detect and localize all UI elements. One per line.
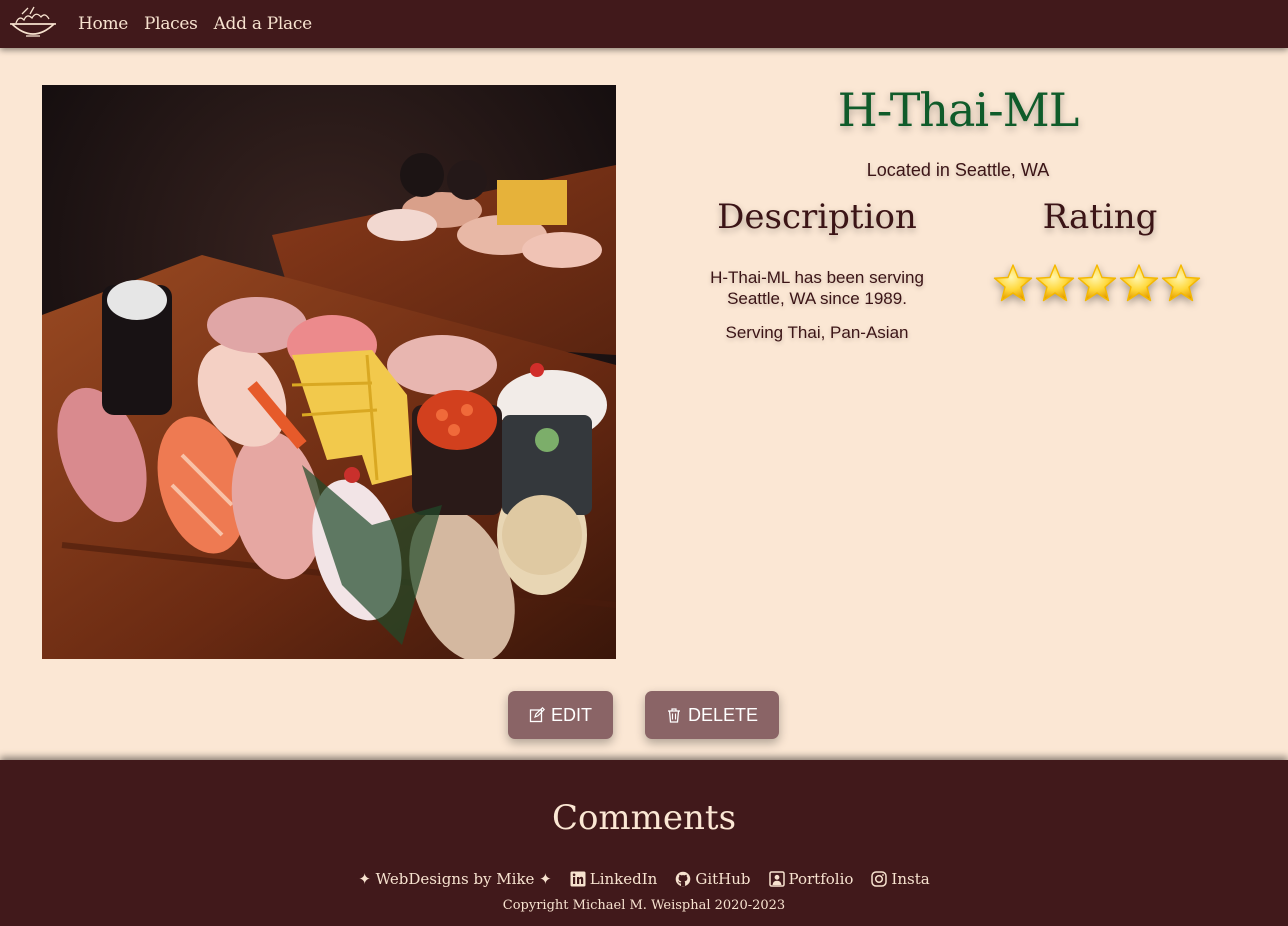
linkedin-link[interactable]: LinkedIn xyxy=(570,870,658,888)
linkedin-label: LinkedIn xyxy=(589,870,658,888)
instagram-link[interactable]: Insta xyxy=(871,870,930,888)
place-cuisines: Serving Thai, Pan-Asian xyxy=(725,323,909,342)
comments-title: Comments xyxy=(551,798,737,838)
github-label: GitHub xyxy=(695,870,751,888)
copyright: Copyright Michael M. Weisphal 2020-2023 xyxy=(502,898,786,913)
delete-button[interactable]: DELETE xyxy=(645,691,779,739)
instagram-icon xyxy=(871,871,888,887)
edit-button[interactable]: EDIT xyxy=(508,691,613,739)
instagram-label: Insta xyxy=(891,870,930,888)
place-photo xyxy=(42,85,616,659)
footer-links: ✦ WebDesigns by Mike ✦ LinkedIn GitHub P… xyxy=(0,870,1288,888)
place-description: H-Thai-ML has been serving Seattle, WA s… xyxy=(710,268,924,308)
nav-add-place-link[interactable]: Add a Place xyxy=(214,14,313,34)
star-icon xyxy=(1077,264,1117,302)
star-icon xyxy=(1119,264,1159,302)
footer-brand: ✦ WebDesigns by Mike ✦ xyxy=(358,870,552,888)
nav-places-link[interactable]: Places xyxy=(144,14,198,34)
portfolio-label: Portfolio xyxy=(788,870,854,888)
rating-stars xyxy=(993,262,1205,306)
delete-label: DELETE xyxy=(687,704,759,725)
github-icon xyxy=(676,871,691,887)
person-badge-icon xyxy=(768,871,785,887)
place-location: Located in Seattle, WA xyxy=(866,160,1050,180)
portfolio-link[interactable]: Portfolio xyxy=(768,870,854,888)
edit-icon xyxy=(529,707,545,723)
edit-label: EDIT xyxy=(550,704,592,725)
github-link[interactable]: GitHub xyxy=(675,870,751,888)
top-navbar: Home Places Add a Place xyxy=(0,0,1288,48)
place-name: H-Thai-ML xyxy=(837,83,1080,137)
description-heading: Description xyxy=(717,197,917,237)
sushi-platter-photo xyxy=(42,85,616,659)
star-icon xyxy=(993,264,1033,302)
star-icon xyxy=(1035,264,1075,302)
star-icon xyxy=(1161,264,1201,302)
linkedin-icon xyxy=(570,871,586,887)
rating-heading: Rating xyxy=(1042,197,1158,237)
nav-home-link[interactable]: Home xyxy=(78,14,128,34)
food-bowl-icon[interactable] xyxy=(8,6,58,42)
footer: Comments ✦ WebDesigns by Mike ✦ LinkedIn… xyxy=(0,760,1288,926)
trash-icon xyxy=(667,708,680,723)
